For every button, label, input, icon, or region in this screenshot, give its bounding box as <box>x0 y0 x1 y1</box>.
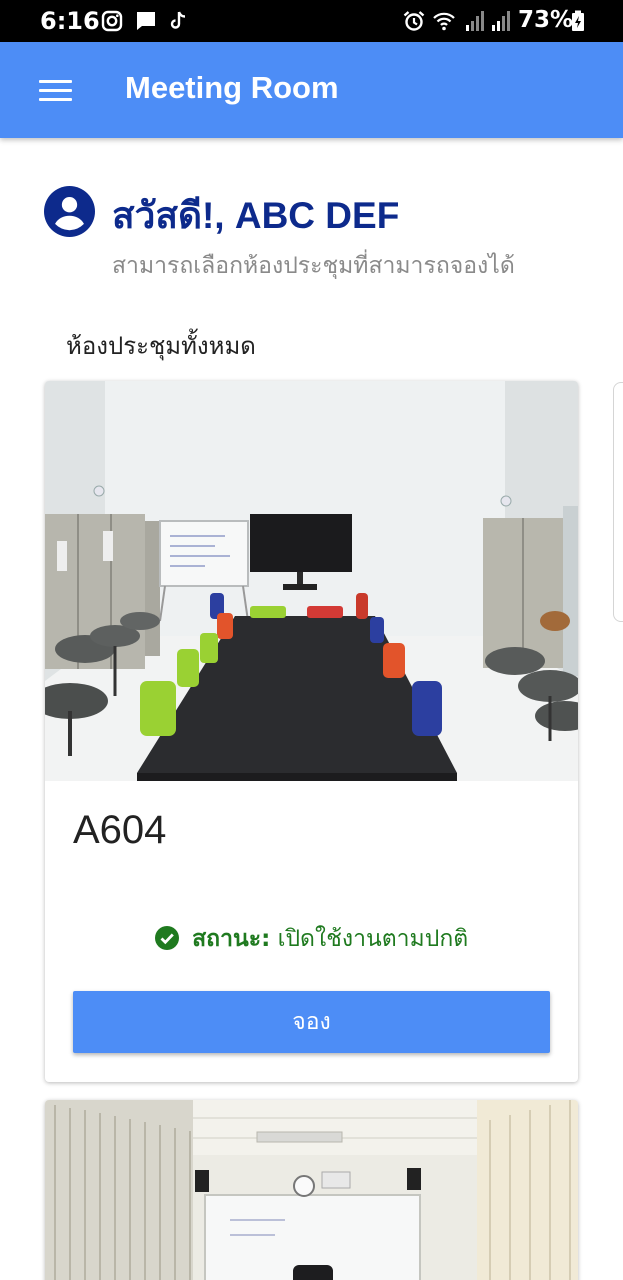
instagram-icon <box>101 10 123 32</box>
section-title: ห้องประชุมทั้งหมด <box>66 332 256 360</box>
account-circle-icon <box>44 186 95 237</box>
status-label: สถานะ: <box>192 926 271 952</box>
status-bar: 6:16 73% <box>0 0 623 42</box>
battery-level: 73% <box>518 7 574 33</box>
book-button[interactable]: จอง <box>73 991 550 1053</box>
room-card[interactable] <box>45 1100 578 1280</box>
room-status: สถานะ: เปิดใช้งานตามปกติ <box>45 921 578 957</box>
app-bar: Meeting Room <box>0 42 623 138</box>
clock: 6:16 <box>40 7 100 35</box>
wifi-icon <box>433 12 455 31</box>
greeting-subtitle: สามารถเลือกห้องประชุมที่สามารถจองได้ <box>112 253 515 279</box>
tiktok-icon <box>170 11 186 29</box>
signal-icon <box>466 11 484 31</box>
app-title: Meeting Room <box>125 70 339 105</box>
status-value: เปิดใช้งานตามปกติ <box>277 926 469 952</box>
signal-icon <box>492 11 510 31</box>
next-card-peek <box>613 382 623 622</box>
room-photo <box>45 381 578 781</box>
check-circle-icon <box>154 926 179 950</box>
room-name: A604 <box>73 808 167 852</box>
greeting-title: สวัสดี!, ABC DEF <box>112 195 400 236</box>
message-icon <box>137 12 155 30</box>
alarm-icon <box>403 11 425 31</box>
room-photo <box>45 1100 578 1280</box>
battery-charging-icon <box>572 10 584 31</box>
menu-icon[interactable] <box>39 80 72 102</box>
room-card[interactable]: A604 สถานะ: เปิดใช้งานตามปกติ จอง <box>45 381 578 1082</box>
